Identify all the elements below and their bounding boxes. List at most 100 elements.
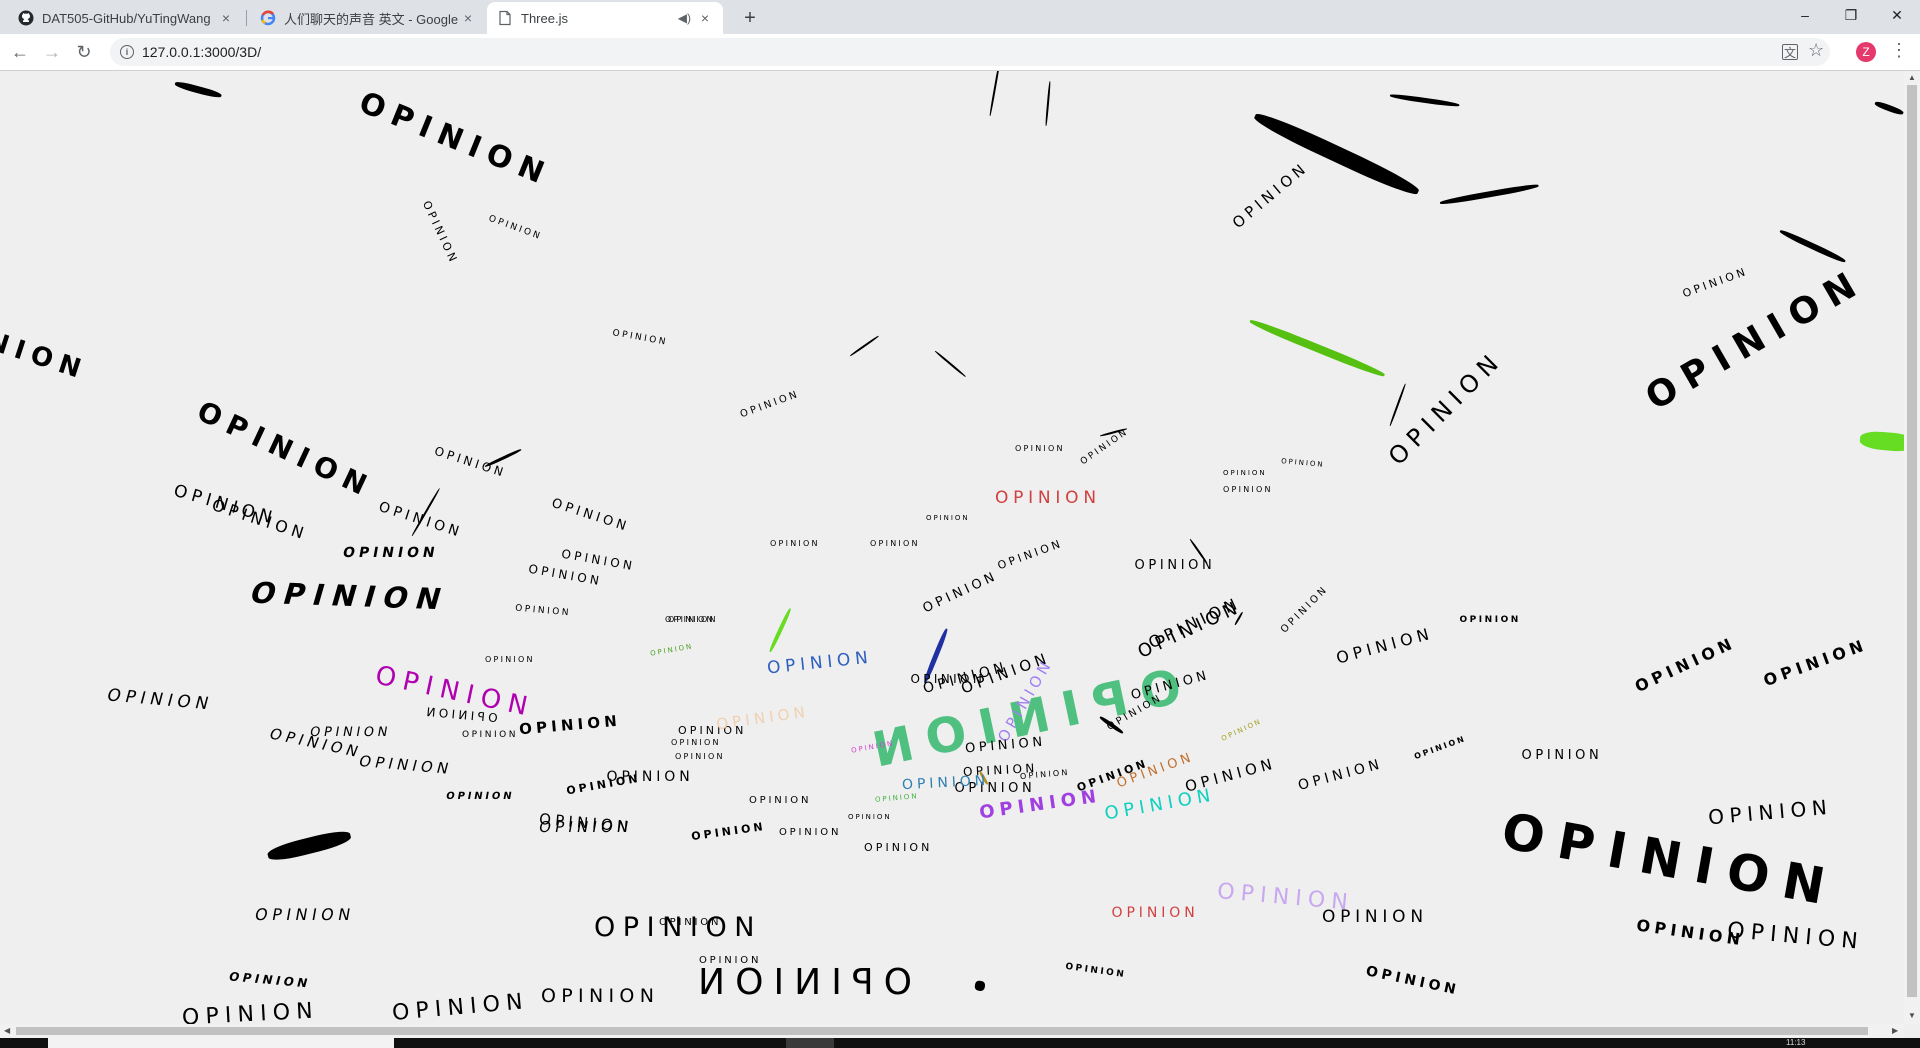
opinion-word: OPINION [714, 702, 810, 733]
opinion-word: OPINION [1015, 444, 1065, 453]
opinion-word: OPINION [671, 738, 721, 747]
scroll-right-icon[interactable]: ▶ [1892, 1026, 1898, 1035]
opinion-word: OPINION [1680, 264, 1750, 300]
opinion-word: OPINION [1363, 963, 1461, 999]
close-window-button[interactable]: ✕ [1874, 0, 1920, 30]
tab-google-search[interactable]: 人们聊天的声音 英文 - Google 搜 × [250, 2, 486, 34]
opinion-word: OPINION [910, 672, 986, 686]
google-icon [260, 10, 276, 26]
opinion-word: OPINION [1295, 755, 1385, 795]
scroll-up-icon[interactable]: ▲ [1908, 73, 1916, 82]
opinion-word: OPINION [995, 487, 1101, 508]
opinion-word: OPINION [1228, 157, 1312, 232]
close-icon[interactable]: × [460, 10, 476, 26]
menu-icon[interactable]: ⋮ [1890, 40, 1908, 61]
opinion-word: OPINION [1334, 623, 1436, 668]
opinion-word: OPINION [1223, 485, 1273, 494]
minimize-button[interactable]: – [1782, 0, 1828, 30]
taskbar: 11:13 [0, 1038, 1920, 1048]
taskbar-app[interactable] [48, 1038, 394, 1048]
opinion-word: OPINION [749, 795, 812, 806]
close-icon[interactable]: × [697, 10, 713, 26]
scroll-left-icon[interactable]: ◀ [4, 1026, 10, 1035]
opinion-word: OPINION [514, 603, 572, 618]
motion-streak [849, 335, 880, 357]
tab-threejs[interactable]: Three.js ◀︎) × [487, 2, 723, 34]
vertical-scrollbar[interactable]: ▲ ▼ [1904, 71, 1920, 1024]
motion-streak [1389, 383, 1407, 427]
threejs-canvas[interactable]: OPINION OPINION OPINION OPINION OPINION OPINI… [0, 71, 1904, 1024]
motion-streak [768, 607, 793, 653]
scroll-down-icon[interactable]: ▼ [1908, 1011, 1916, 1020]
motion-streak [266, 827, 353, 864]
opinion-word: OPINION [246, 575, 454, 616]
opinion-word: OPINION [1412, 733, 1467, 762]
info-icon[interactable]: i [120, 45, 134, 59]
opinion-word: OPINION [564, 771, 641, 797]
opinion-word: OPINION [689, 819, 766, 843]
motion-streak [1389, 93, 1460, 108]
motion-streak [174, 80, 223, 100]
opinion-word: OPINION [518, 711, 622, 738]
opinion-word: OPINION [611, 327, 669, 348]
tab-separator [246, 10, 247, 26]
bookmark-star-icon[interactable]: ☆ [1808, 40, 1824, 61]
address-bar[interactable]: i 127.0.0.1:3000/3D/ 文 ☆ [110, 38, 1830, 66]
restore-button[interactable]: ❐ [1828, 0, 1874, 30]
opinion-word: OPINION [462, 729, 519, 740]
word-scene: OPINION OPINION OPINION OPINION OPINION OPINI… [0, 71, 1904, 1024]
github-icon [18, 10, 34, 26]
motion-streak [974, 980, 986, 992]
motion-streak [934, 350, 967, 378]
opinion-word: OPINION [104, 685, 216, 714]
opinion-word: OPINION [390, 989, 530, 1024]
page-icon [499, 10, 511, 26]
opinion-word: OPINION [770, 539, 820, 548]
horizontal-scrollbar[interactable]: ◀ ▶ [0, 1024, 1904, 1038]
opinion-word: OPINION [738, 388, 802, 421]
opinion-word: OPINION [874, 791, 919, 804]
opinion-word: OPINION [1134, 596, 1246, 663]
opinion-word: OPINION [1638, 260, 1872, 419]
close-icon[interactable]: × [218, 10, 234, 26]
opinion-word: OPINION [341, 545, 440, 561]
browser-toolbar: ← → ↻ i 127.0.0.1:3000/3D/ 文 ☆ Z ⋮ [0, 34, 1920, 71]
opinion-word: OPINION [848, 812, 892, 821]
motion-streak [1045, 81, 1051, 127]
new-tab-button[interactable]: + [736, 4, 764, 32]
opinion-word: OPINION [419, 198, 461, 266]
opinion-word: OPINION [191, 394, 379, 505]
opinion-word: OPINION [487, 213, 544, 242]
opinion-word: OPINION [1631, 632, 1739, 697]
avatar[interactable]: Z [1856, 42, 1876, 62]
tab-github[interactable]: DAT505-GitHub/YuTingWang × [8, 2, 244, 34]
taskbar-item[interactable] [786, 1038, 834, 1048]
opinion-word: OPINION [432, 443, 508, 481]
vertical-scroll-thumb[interactable] [1907, 85, 1917, 997]
opinion-word: OPINION [1223, 468, 1267, 477]
opinion-word: OPINION [1707, 794, 1834, 830]
opinion-word: OPINION [537, 817, 634, 836]
tab-strip: DAT505-GitHub/YuTingWang × 人们聊天的声音 英文 - … [0, 0, 1920, 34]
url-text[interactable]: 127.0.0.1:3000/3D/ [142, 44, 261, 60]
opinion-word: OPINION [1111, 905, 1199, 921]
speaker-icon[interactable]: ◀︎) [678, 11, 691, 25]
opinion-word: OPINION [0, 303, 91, 387]
opinion-word: OPINION [1134, 557, 1216, 573]
tab-title: 人们聊天的声音 英文 - Google 搜 [284, 11, 460, 27]
horizontal-scroll-thumb[interactable] [16, 1027, 1868, 1035]
opinion-word: OPINION [526, 561, 603, 589]
opinion-word: OPINION [659, 917, 722, 928]
opinion-word: OPINION [649, 641, 694, 658]
opinion-word: OPINION [171, 480, 279, 529]
motion-streak [1859, 430, 1904, 453]
opinion-word: OPINION [1322, 906, 1428, 927]
translate-icon[interactable]: 文 [1782, 44, 1798, 60]
opinion-word: OPINION [1019, 767, 1071, 782]
back-arrow-icon[interactable]: ← [6, 38, 34, 66]
reload-icon[interactable]: ↻ [70, 38, 98, 66]
forward-arrow-icon[interactable]: → [38, 38, 66, 66]
opinion-word: OPINION [1064, 961, 1127, 980]
opinion-word: OPINION [549, 495, 631, 535]
opinion-word: OPINION [1459, 614, 1521, 625]
